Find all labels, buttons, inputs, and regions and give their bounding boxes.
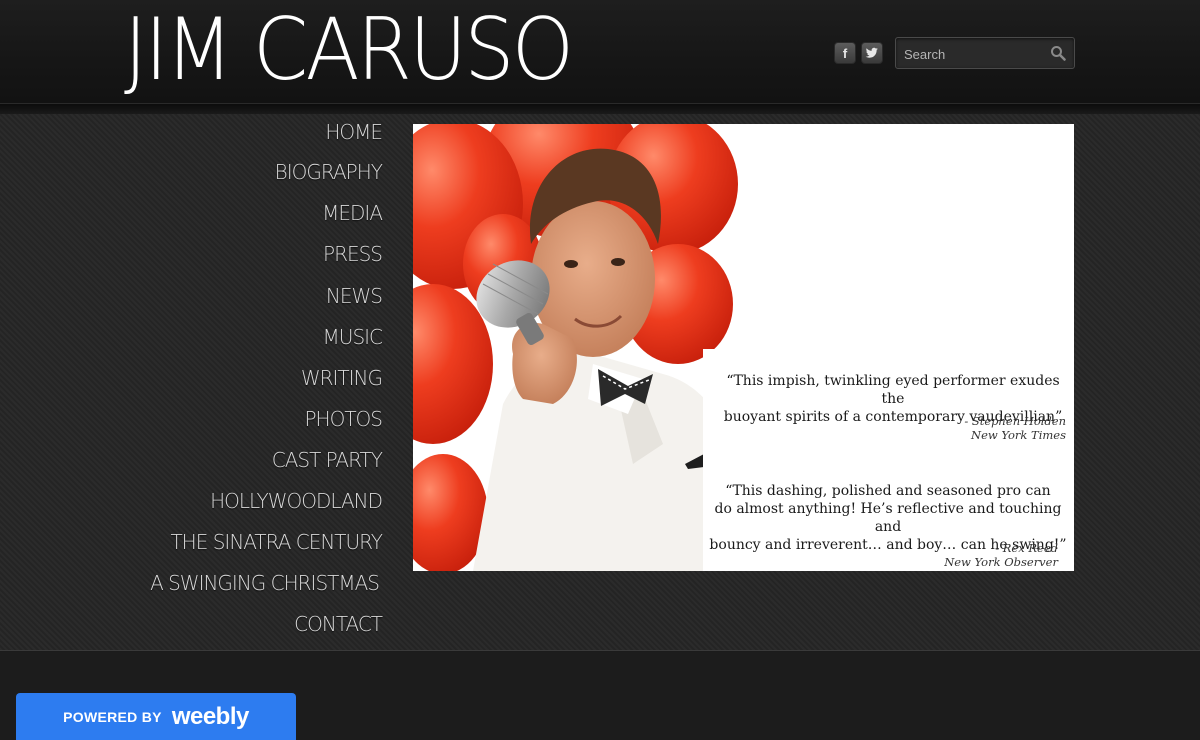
facebook-icon[interactable]: f [834, 42, 856, 64]
nav-item-press[interactable]: PRESS [323, 242, 383, 266]
main-content: HOME BIOGRAPHY MEDIA PRESS NEWS MUSIC WR… [0, 114, 1200, 651]
quote-2-source: New York Observer [944, 555, 1058, 569]
quote-2-author: - Rex Reed [995, 541, 1058, 555]
quote-1-source: New York Times [971, 428, 1066, 442]
quote-2-line1: “This dashing, polished and seasoned pro… [725, 483, 1051, 499]
nav-item-sinatra-century[interactable]: THE SINATRA CENTURY [170, 530, 383, 554]
hero-image: “This impish, twinkling eyed performer e… [413, 124, 1074, 571]
nav-item-home[interactable]: HOME [325, 120, 383, 144]
search-input[interactable] [904, 44, 1044, 64]
twitter-icon[interactable] [861, 42, 883, 64]
nav-item-news[interactable]: NEWS [326, 284, 383, 308]
twitter-bird-icon [865, 47, 878, 58]
site-header: JIM CARUSO f [0, 0, 1200, 104]
weebly-logo: weebly [171, 702, 250, 730]
quote-2-line2: do almost anything! He’s reflective and … [714, 501, 1062, 535]
nav-item-music[interactable]: MUSIC [323, 325, 383, 349]
quote-1-line1: “This impish, twinkling eyed performer e… [726, 373, 1060, 407]
powered-by-label: POWERED BY [63, 708, 162, 725]
nav-item-writing[interactable]: WRITING [301, 366, 383, 390]
nav-item-swinging-christmas[interactable]: A SWINGING CHRISTMAS [150, 571, 380, 595]
nav-item-photos[interactable]: PHOTOS [305, 407, 383, 431]
nav-item-hollywoodland[interactable]: HOLLYWOODLAND [210, 489, 383, 513]
nav-item-cast-party[interactable]: CAST PARTY [272, 448, 383, 472]
search-icon[interactable] [1050, 45, 1066, 61]
facebook-icon-glyph: f [842, 45, 848, 61]
nav-item-contact[interactable]: CONTACT [294, 612, 383, 636]
quote-1-author: - Stephen Holden [964, 414, 1066, 428]
site-title[interactable]: JIM CARUSO [124, 4, 574, 96]
header-divider [0, 104, 1200, 114]
nav-item-media[interactable]: MEDIA [322, 201, 383, 225]
main-nav: HOME BIOGRAPHY MEDIA PRESS NEWS MUSIC WR… [0, 114, 383, 651]
nav-item-biography[interactable]: BIOGRAPHY [275, 160, 383, 184]
weebly-badge[interactable]: POWERED BY weebly [16, 693, 296, 740]
search-box [895, 37, 1075, 69]
quote-1-attribution: - Stephen Holden New York Times [913, 414, 1066, 442]
quote-2-attribution: - Rex Reed New York Observer [893, 541, 1058, 569]
